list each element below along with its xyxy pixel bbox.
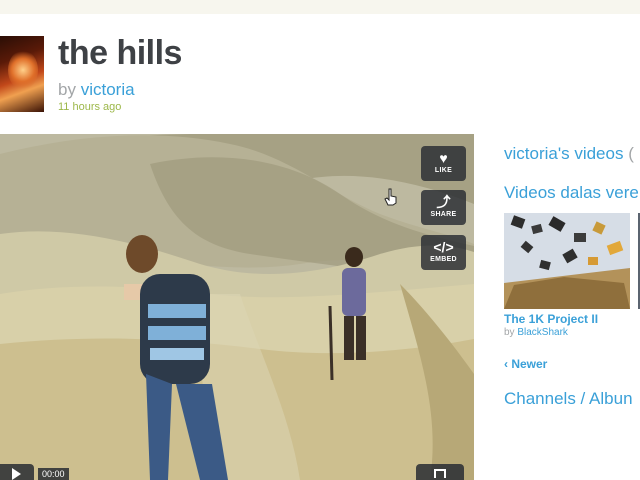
user-videos-count: ( [628,144,634,163]
video-player[interactable]: ♥ LIKE ⤴ SHARE </> EMBED [0,134,474,480]
thumbnail-image [504,213,630,309]
byline-prefix: by [58,80,76,99]
related-by-prefix: by [504,327,515,338]
related-author-link[interactable]: BlackShark [517,327,568,338]
play-icon [12,468,21,480]
embed-label: EMBED [430,256,457,263]
heart-icon: ♥ [439,150,448,166]
user-videos-link[interactable]: victoria's videos [504,144,623,163]
related-heading[interactable]: Videos dalas vere [504,183,639,203]
related-video-byline: by BlackShark [504,327,568,338]
avatar-image [8,50,38,90]
page-title: the hills [58,34,182,72]
avatar[interactable] [0,36,44,112]
video-frame [0,134,474,480]
newer-link[interactable]: ‹ Newer [504,357,547,371]
channels-albums-heading[interactable]: Channels / Albun [504,389,633,409]
related-video-thumbnail[interactable] [504,213,630,309]
byline: by victoria [58,80,135,100]
video-page: the hills by victoria 11 hours ago ♥ LIK… [0,0,640,480]
share-label: SHARE [430,211,457,218]
embed-icon: </> [433,239,454,255]
hand-cursor-icon [384,188,397,206]
top-bar [0,0,640,14]
fullscreen-button[interactable] [416,464,464,480]
author-link[interactable]: victoria [81,80,135,99]
fullscreen-icon [434,469,446,478]
like-button[interactable]: ♥ LIKE [421,146,466,181]
play-button[interactable] [0,464,34,480]
like-label: LIKE [434,167,453,174]
share-button[interactable]: ⤴ SHARE [421,190,466,225]
share-icon: ⤴ [436,194,451,210]
posted-time: 11 hours ago [58,101,122,113]
embed-button[interactable]: </> EMBED [421,235,466,270]
timecode: 00:00 [38,468,69,480]
related-video-title[interactable]: The 1K Project II [504,312,598,326]
user-videos-heading[interactable]: victoria's videos ( [504,144,634,164]
